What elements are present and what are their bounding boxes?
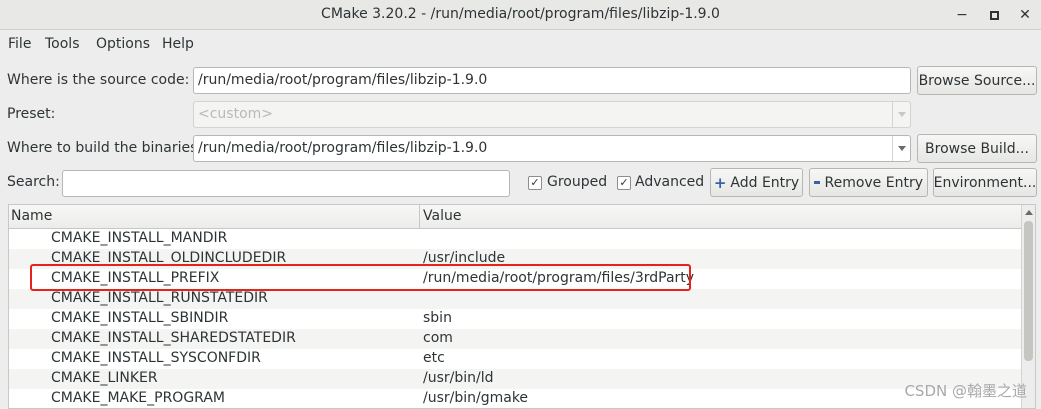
environment-button[interactable]: Environment... <box>933 168 1037 197</box>
build-path-combobox[interactable]: /run/media/root/program/files/libzip-1.9… <box>193 135 911 162</box>
advanced-label[interactable]: Advanced <box>635 174 704 190</box>
table-row[interactable]: CMAKE_INSTALL_SBINDIR sbin <box>9 309 1023 329</box>
vertical-scrollbar[interactable] <box>1021 205 1035 408</box>
cell-name: CMAKE_INSTALL_RUNSTATEDIR <box>51 290 268 306</box>
cell-name: CMAKE_INSTALL_SYSCONFDIR <box>51 350 261 366</box>
table-row[interactable]: CMAKE_LINKER /usr/bin/ld <box>9 369 1023 389</box>
cell-value: etc <box>423 350 445 366</box>
chevron-down-icon[interactable] <box>892 136 910 161</box>
build-path-value: /run/media/root/program/files/libzip-1.9… <box>198 140 488 156</box>
remove-entry-label: Remove Entry <box>824 174 923 191</box>
preset-label: Preset: <box>7 106 56 122</box>
add-entry-button[interactable]: + Add Entry <box>710 168 803 197</box>
menu-tools[interactable]: Tools <box>45 36 80 52</box>
table-row[interactable]: CMAKE_INSTALL_MANDIR <box>9 229 1023 249</box>
scrollbar-thumb[interactable] <box>1024 221 1033 361</box>
menu-file[interactable]: File <box>8 36 31 52</box>
grouped-label[interactable]: Grouped <box>547 174 607 190</box>
window-title: CMake 3.20.2 - /run/media/root/program/f… <box>321 6 720 22</box>
watermark: CSDN @翰墨之道 <box>904 382 1027 400</box>
close-icon[interactable]: ✕ <box>1014 4 1036 26</box>
cell-name: CMAKE_INSTALL_SHAREDSTATEDIR <box>51 330 296 346</box>
maximize-icon[interactable] <box>983 4 1005 26</box>
title-bar: CMake 3.20.2 - /run/media/root/program/f… <box>0 0 1041 30</box>
table-row[interactable]: CMAKE_INSTALL_PREFIX /run/media/root/pro… <box>9 269 1023 289</box>
chevron-down-icon <box>892 102 910 127</box>
add-entry-label: Add Entry <box>730 174 800 191</box>
build-label: Where to build the binaries: <box>7 140 203 156</box>
menu-options[interactable]: Options <box>96 36 150 52</box>
table-row[interactable]: CMAKE_INSTALL_SYSCONFDIR etc <box>9 349 1023 369</box>
browse-source-button[interactable]: Browse Source... <box>917 66 1037 95</box>
cell-value: /run/media/root/program/files/3rdParty <box>423 270 695 286</box>
cell-value: /usr/bin/ld <box>423 370 494 386</box>
preset-value: <custom> <box>198 106 274 122</box>
source-path-input[interactable]: /run/media/root/program/files/libzip-1.9… <box>193 67 911 94</box>
search-input[interactable] <box>62 170 510 197</box>
source-label: Where is the source code: <box>7 72 190 88</box>
cell-value: /usr/include <box>423 250 506 266</box>
remove-entry-button[interactable]: Remove Entry <box>809 168 928 197</box>
cell-name: CMAKE_INSTALL_OLDINCLUDEDIR <box>51 250 287 266</box>
cell-value: /usr/bin/gmake <box>423 390 529 406</box>
cell-name: CMAKE_INSTALL_MANDIR <box>51 230 228 246</box>
cell-name: CMAKE_MAKE_PROGRAM <box>51 390 225 406</box>
table-row[interactable]: CMAKE_INSTALL_RUNSTATEDIR <box>9 289 1023 309</box>
minimize-icon[interactable]: − <box>951 4 973 26</box>
cell-name: CMAKE_INSTALL_SBINDIR <box>51 310 229 326</box>
preset-select: <custom> <box>193 101 911 128</box>
minus-icon <box>814 181 821 184</box>
column-header-value[interactable]: Value <box>423 208 461 224</box>
cell-name: CMAKE_INSTALL_PREFIX <box>51 270 220 286</box>
cell-value: sbin <box>423 310 452 326</box>
grouped-checkbox[interactable]: ✓ <box>528 176 542 190</box>
browse-build-button[interactable]: Browse Build... <box>917 134 1037 163</box>
table-row[interactable]: CMAKE_MAKE_PROGRAM /usr/bin/gmake <box>9 389 1023 408</box>
plus-icon: + <box>713 173 727 192</box>
cell-value: com <box>423 330 453 346</box>
table-row[interactable]: CMAKE_INSTALL_OLDINCLUDEDIR /usr/include <box>9 249 1023 269</box>
menu-help[interactable]: Help <box>162 36 194 52</box>
table-row[interactable]: CMAKE_INSTALL_SHAREDSTATEDIR com <box>9 329 1023 349</box>
table-header: Name Value <box>9 205 1023 229</box>
cache-table: Name Value CMAKE_INSTALL_MANDIR CMAKE_IN… <box>8 204 1036 409</box>
menu-bar: File Tools Options Help <box>0 31 1041 59</box>
cell-name: CMAKE_LINKER <box>51 370 158 386</box>
column-header-name[interactable]: Name <box>11 208 52 224</box>
scroll-up-icon[interactable] <box>1025 210 1033 215</box>
advanced-checkbox[interactable]: ✓ <box>617 176 631 190</box>
search-label: Search: <box>7 174 60 190</box>
